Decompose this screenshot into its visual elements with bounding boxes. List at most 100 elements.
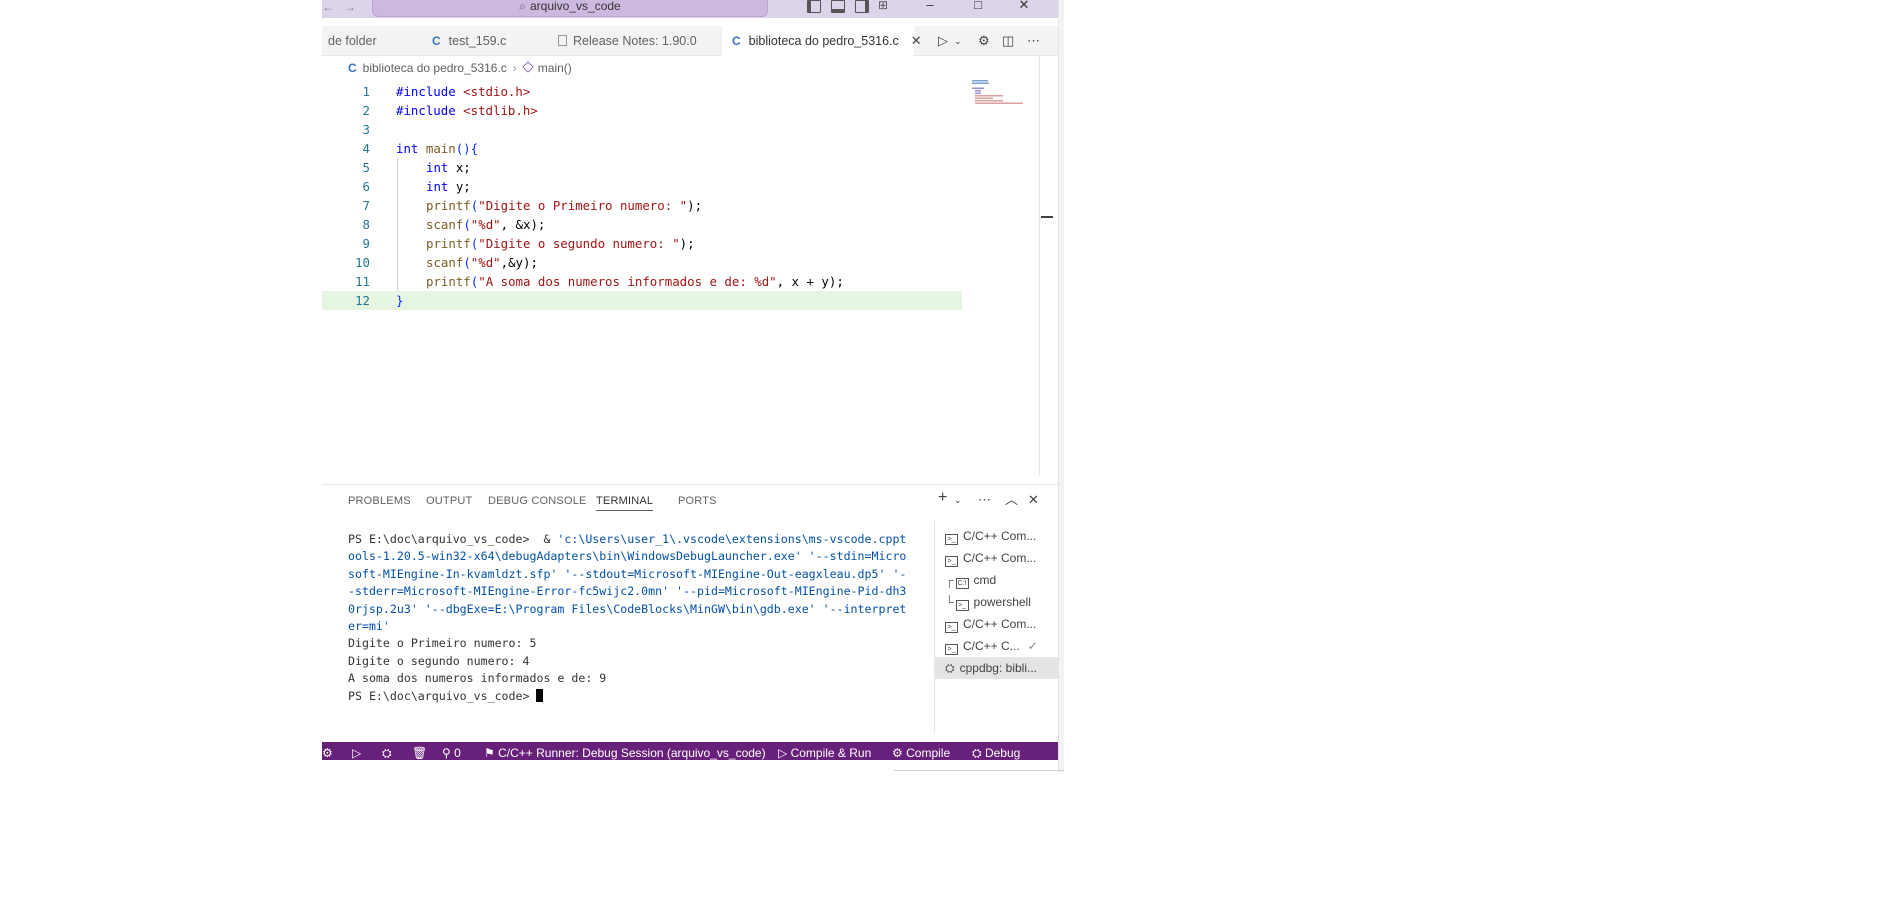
gear-icon[interactable]: ⚙ <box>978 33 990 49</box>
editor-tab-bar: de folder Ctest_159.c Release Notes: 1.9… <box>322 26 1058 56</box>
close-panel-icon[interactable]: ✕ <box>1028 493 1039 507</box>
compile-button[interactable]: ⚙ Compile <box>892 742 950 760</box>
terminal-icon: >_ <box>945 622 958 633</box>
tab-folder[interactable]: de folder <box>328 26 408 56</box>
run-icon: ▷ <box>778 746 788 760</box>
tab-test-159[interactable]: Ctest_159.c <box>422 26 542 56</box>
toggle-secondary-sidebar-icon[interactable] <box>855 0 869 13</box>
code-line: 10 scanf("%d",&y); <box>322 253 962 272</box>
terminal-item[interactable]: └ >_ powershell <box>935 591 1058 613</box>
tab-output[interactable]: OUTPUT <box>426 495 472 510</box>
close-tab-icon[interactable]: ✕ <box>911 33 922 48</box>
breadcrumb-symbol[interactable]: main() <box>538 61 572 75</box>
tab-debug-console[interactable]: DEBUG CONSOLE <box>488 495 587 510</box>
tab-ports[interactable]: PORTS <box>678 495 717 510</box>
runner-status[interactable]: ⚑ C/C++ Runner: Debug Session (arquivo_v… <box>484 742 766 760</box>
terminal-item[interactable]: >_ C/C++ Com... <box>935 547 1058 569</box>
terminal-output[interactable]: PS E:\doc\arquivo_vs_code> & 'c:\Users\u… <box>348 531 928 705</box>
terminal-item[interactable]: >_ C/C++ Com... <box>935 613 1058 635</box>
terminal-icon: >_ <box>945 534 958 545</box>
terminal-item[interactable]: ┌ C:\ cmd <box>935 569 1058 591</box>
minimize-button[interactable]: – <box>920 0 940 13</box>
tab-biblioteca[interactable]: Cbiblioteca do pedro_5316.c ✕ <box>722 26 922 56</box>
search-icon: ⌕ <box>519 0 526 13</box>
tab-release-notes[interactable]: Release Notes: 1.90.0 <box>548 26 712 56</box>
debug-icon: ⛭ <box>945 661 955 675</box>
title-bar: ← → ⌕ arquivo_vs_code ⊞ – □ ✕ <box>322 0 1058 18</box>
terminal-cursor <box>536 688 544 702</box>
more-actions-icon[interactable]: ⋯ <box>978 493 991 507</box>
chevron-down-icon[interactable]: ⌄ <box>954 33 962 49</box>
tab-problems[interactable]: PROBLEMS <box>348 495 411 510</box>
minimap[interactable] <box>972 80 1028 104</box>
gear-icon[interactable]: ⚙ <box>322 742 333 760</box>
customize-layout-icon[interactable]: ⊞ <box>878 0 892 13</box>
tab-terminal[interactable]: TERMINAL <box>596 495 654 511</box>
line-number: 9 <box>362 236 370 251</box>
more-actions-icon[interactable]: ⋯ <box>1027 33 1040 49</box>
code-line: 4 int main(){ <box>322 139 962 158</box>
toggle-primary-sidebar-icon[interactable] <box>807 0 821 13</box>
debug-button[interactable]: ⛭ Debug <box>972 742 1020 760</box>
line-number: 8 <box>362 217 370 232</box>
code-line: 5 int x; <box>322 158 962 177</box>
chevron-right-icon: › <box>512 61 517 75</box>
run-icon[interactable]: ▷ <box>352 742 361 760</box>
bug-icon: ⚑ <box>484 746 495 760</box>
forward-arrow-icon[interactable]: → <box>344 0 356 14</box>
code-line: 11 printf("A soma dos numeros informados … <box>322 272 962 291</box>
scrollbar-thumb[interactable] <box>1041 216 1053 218</box>
code-line: 8 scanf("%d", &x); <box>322 215 962 234</box>
remote-count[interactable]: ⚲ 0 <box>442 742 461 760</box>
c-file-icon: C <box>732 34 741 48</box>
method-icon <box>522 61 534 73</box>
code-line: 9 printf("Digite o segundo numero: "); <box>322 234 962 253</box>
bottom-panel: PROBLEMS OUTPUT DEBUG CONSOLE TERMINAL P… <box>322 484 1058 742</box>
code-line: 7 printf("Digite o Primeiro numero: "); <box>322 196 962 215</box>
close-window-button[interactable]: ✕ <box>1014 0 1034 13</box>
tab-label: biblioteca do pedro_5316.c <box>748 34 899 48</box>
search-text: arquivo_vs_code <box>530 0 621 13</box>
terminal-icon: >_ <box>945 556 958 567</box>
split-editor-icon[interactable]: ◫ <box>1002 33 1014 49</box>
code-line: 6 int y; <box>322 177 962 196</box>
document-icon <box>558 35 567 46</box>
c-file-icon: C <box>348 61 357 75</box>
line-number: 6 <box>362 179 370 194</box>
back-arrow-icon[interactable]: ← <box>322 0 334 14</box>
debug-icon: ⛭ <box>972 746 982 760</box>
code-editor[interactable]: 1 #include <stdio.h> 2 #include <stdlib.h>… <box>322 82 1042 482</box>
terminal-item[interactable]: >_ C/C++ Com... <box>935 525 1058 547</box>
broadcast-icon: ⚲ <box>442 746 451 760</box>
code-line: 3 <box>322 120 962 139</box>
maximize-button[interactable]: □ <box>968 0 988 13</box>
terminal-icon: >_ <box>955 600 969 611</box>
toggle-panel-icon[interactable] <box>831 0 845 13</box>
line-number: 10 <box>355 255 370 270</box>
debug-icon[interactable]: ⛭ <box>382 742 392 760</box>
divider <box>894 770 1064 771</box>
line-number: 3 <box>362 122 370 137</box>
line-number: 12 <box>355 293 370 308</box>
c-file-icon: C <box>432 34 441 48</box>
chevron-down-icon[interactable]: ⌄ <box>954 493 962 507</box>
run-icon[interactable]: ▷ <box>938 33 948 49</box>
terminal-line: A soma dos numeros informados e de: 9 <box>348 671 607 686</box>
check-icon: ✓ <box>1027 639 1038 653</box>
editor-scrollbar[interactable] <box>1039 56 1053 476</box>
breadcrumb-file[interactable]: biblioteca do pedro_5316.c <box>363 61 507 75</box>
line-number: 5 <box>362 160 370 175</box>
new-terminal-icon[interactable]: + <box>938 490 947 506</box>
code-line-current: 12} <box>322 291 962 310</box>
line-number: 2 <box>362 103 370 118</box>
maximize-panel-icon[interactable]: ︿ <box>1005 493 1018 507</box>
terminal-item-selected[interactable]: ⛭ cppdbg: bibli... <box>935 657 1058 679</box>
line-number: 11 <box>355 274 370 289</box>
line-number: 1 <box>362 84 370 99</box>
compile-run-button[interactable]: ▷ Compile & Run <box>778 742 871 760</box>
code-line: 1 #include <stdio.h> <box>322 82 962 101</box>
command-center-search[interactable]: ⌕ arquivo_vs_code <box>372 0 768 17</box>
terminal-line: Digite o segundo numero: 4 <box>348 653 530 668</box>
terminal-item[interactable]: >_ C/C++ C... ✓ <box>935 635 1058 657</box>
trash-icon[interactable]: 🗑 <box>412 742 427 760</box>
